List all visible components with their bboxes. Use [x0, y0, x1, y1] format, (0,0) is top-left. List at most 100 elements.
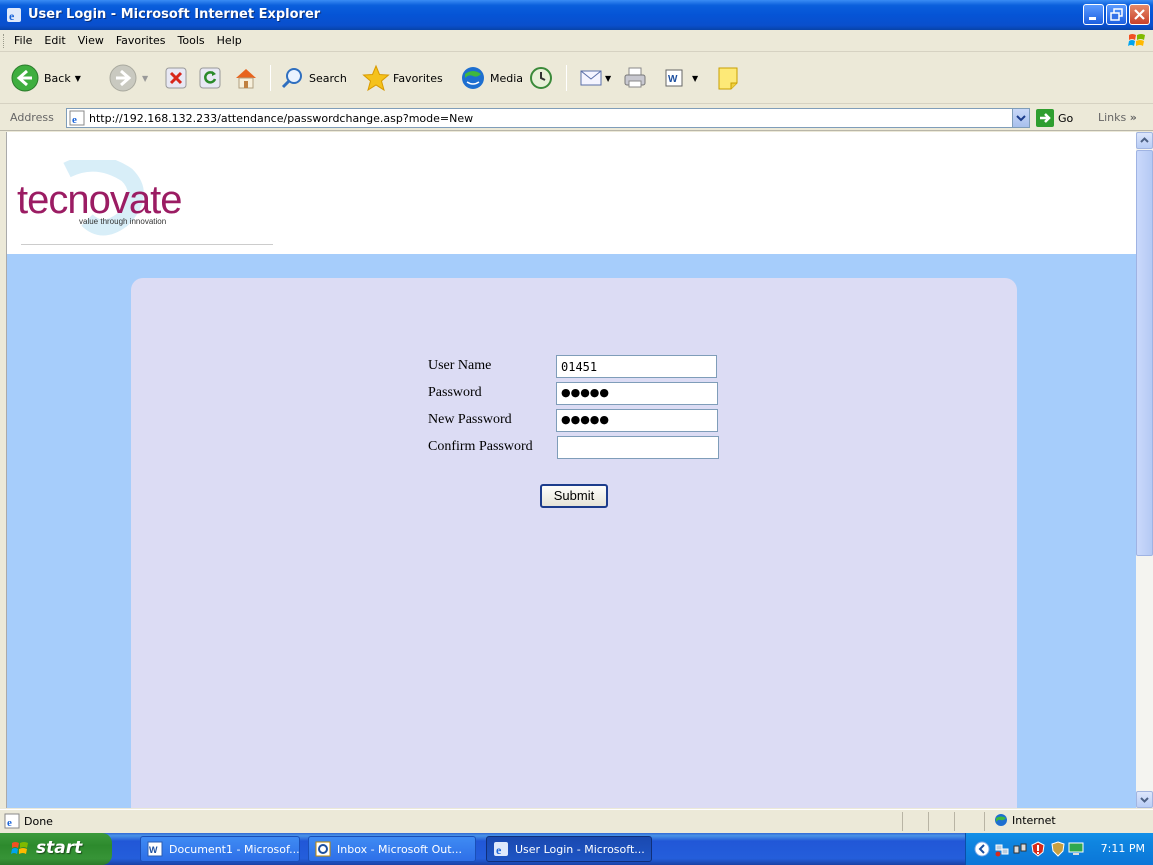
search-label: Search — [309, 71, 347, 85]
home-button[interactable] — [232, 62, 260, 94]
favorites-star-icon — [362, 64, 390, 92]
print-button[interactable] — [622, 62, 648, 94]
go-button[interactable]: Go — [1036, 109, 1073, 127]
menu-grip[interactable] — [3, 34, 6, 48]
menu-file[interactable]: File — [8, 34, 38, 48]
edit-button[interactable]: W ▼ — [664, 62, 698, 94]
security-alert-icon[interactable] — [1030, 841, 1046, 857]
scroll-down-button[interactable] — [1136, 791, 1153, 808]
monitor-icon[interactable] — [1068, 841, 1084, 857]
forward-button[interactable]: ▼ — [108, 62, 148, 94]
word-edit-icon: W — [665, 69, 683, 87]
username-field[interactable]: 01451 — [556, 355, 717, 378]
media-button[interactable]: Media — [459, 62, 523, 94]
go-arrow-icon — [1036, 109, 1054, 127]
standard-toolbar: Back ▼ ▼ Search Favorites Media ▼ W ▼ — [0, 53, 1153, 104]
address-input[interactable]: e http://192.168.132.233/attendance/pass… — [66, 108, 1030, 128]
address-dropdown-button[interactable] — [1012, 109, 1029, 127]
tray-expand-icon[interactable] — [974, 841, 990, 857]
chevron-up-icon — [1140, 137, 1149, 143]
go-label: Go — [1058, 111, 1074, 125]
taskbar-item-label: User Login - Microsoft... — [515, 842, 645, 856]
close-button[interactable] — [1129, 4, 1150, 25]
zone-text: Internet — [1012, 813, 1056, 827]
svg-text:W: W — [149, 845, 158, 855]
page-header: tecnovate value through innovation — [7, 132, 1136, 253]
printer-icon — [624, 67, 646, 88]
ie-page-icon: e — [69, 110, 85, 126]
media-icon — [462, 67, 484, 89]
taskbar-item-user-login[interactable]: e User Login - Microsoft... — [486, 836, 652, 862]
mail-button[interactable]: ▼ — [578, 62, 611, 94]
back-dropdown-icon[interactable]: ▼ — [75, 74, 81, 83]
ie-icon: e — [494, 842, 508, 857]
taskbar-item-label: Inbox - Microsoft Out... — [337, 842, 463, 856]
confirm-password-label: Confirm Password — [428, 439, 533, 454]
svg-text:e: e — [72, 114, 77, 126]
shield-icon[interactable] — [1050, 841, 1066, 857]
username-label: User Name — [428, 358, 492, 373]
search-button[interactable]: Search — [280, 62, 347, 94]
menu-edit[interactable]: Edit — [38, 34, 71, 48]
ie-status-icon: e — [4, 813, 20, 829]
status-text: Done — [24, 815, 53, 828]
svg-text:e: e — [9, 9, 15, 23]
start-button[interactable]: start — [0, 833, 112, 865]
address-label: Address — [10, 111, 54, 124]
favorites-button[interactable]: Favorites — [362, 62, 443, 94]
password-field[interactable]: ●●●●● — [556, 382, 718, 405]
confirm-password-field[interactable] — [557, 436, 719, 459]
scroll-up-button[interactable] — [1136, 132, 1153, 149]
chevron-down-icon — [1016, 115, 1026, 122]
scroll-thumb[interactable] — [1136, 150, 1153, 556]
restore-button[interactable] — [1106, 4, 1127, 25]
svg-text:e: e — [7, 817, 12, 829]
close-icon — [1134, 9, 1145, 20]
search-icon — [281, 68, 302, 89]
logo-tagline: value through innovation — [79, 217, 167, 226]
links-label: Links — [1098, 111, 1127, 124]
page-viewport: tecnovate value through innovation User … — [6, 132, 1136, 808]
minimize-icon — [1089, 17, 1096, 20]
windows-flag-icon — [11, 842, 28, 854]
chevron-right-icon: » — [1129, 111, 1137, 124]
clock: 7:11 PM — [1100, 842, 1145, 855]
ie-app-icon: e — [7, 8, 21, 23]
address-url: http://192.168.132.233/attendance/passwo… — [89, 112, 474, 125]
taskbar-item-inbox[interactable]: Inbox - Microsoft Out... — [308, 836, 476, 862]
back-button[interactable]: Back ▼ — [10, 62, 81, 94]
taskbar-item-document1[interactable]: W Document1 - Microsof... — [140, 836, 300, 862]
back-arrow-icon — [11, 64, 39, 92]
network-icon[interactable] — [994, 841, 1010, 857]
menu-favorites[interactable]: Favorites — [110, 34, 172, 48]
window-title-bar[interactable]: e User Login - Microsoft Internet Explor… — [0, 0, 1153, 30]
word-icon: W — [147, 841, 163, 857]
start-label: start — [36, 838, 83, 858]
outlook-icon — [315, 841, 331, 857]
status-bar: e Done Internet — [0, 809, 1153, 832]
vertical-scrollbar[interactable] — [1136, 132, 1153, 808]
menu-tools[interactable]: Tools — [172, 34, 211, 48]
taskbar: start W Document1 - Microsof... Inbox - … — [0, 833, 1153, 865]
history-button[interactable] — [528, 62, 554, 94]
edit-dropdown-icon[interactable]: ▼ — [692, 74, 698, 83]
forward-dropdown-icon[interactable]: ▼ — [142, 74, 148, 83]
home-icon — [236, 69, 256, 89]
refresh-icon — [199, 67, 221, 89]
refresh-button[interactable] — [198, 62, 222, 94]
submit-button[interactable]: Submit — [540, 484, 608, 508]
window-title: User Login - Microsoft Internet Explorer — [28, 7, 321, 22]
mail-dropdown-icon[interactable]: ▼ — [605, 74, 611, 83]
messenger-note-button[interactable] — [716, 62, 740, 94]
history-icon — [530, 67, 552, 89]
security-zone: Internet — [994, 813, 1056, 827]
menu-view[interactable]: View — [72, 34, 110, 48]
connection-icon[interactable] — [1012, 841, 1028, 857]
desktop-screen: e User Login - Microsoft Internet Explor… — [0, 0, 1153, 865]
minimize-button[interactable] — [1083, 4, 1104, 25]
menu-help[interactable]: Help — [211, 34, 248, 48]
stop-button[interactable] — [164, 62, 188, 94]
new-password-field[interactable]: ●●●●● — [556, 409, 718, 432]
mail-icon — [580, 70, 602, 86]
links-toolbar[interactable]: Links » — [1098, 111, 1137, 124]
